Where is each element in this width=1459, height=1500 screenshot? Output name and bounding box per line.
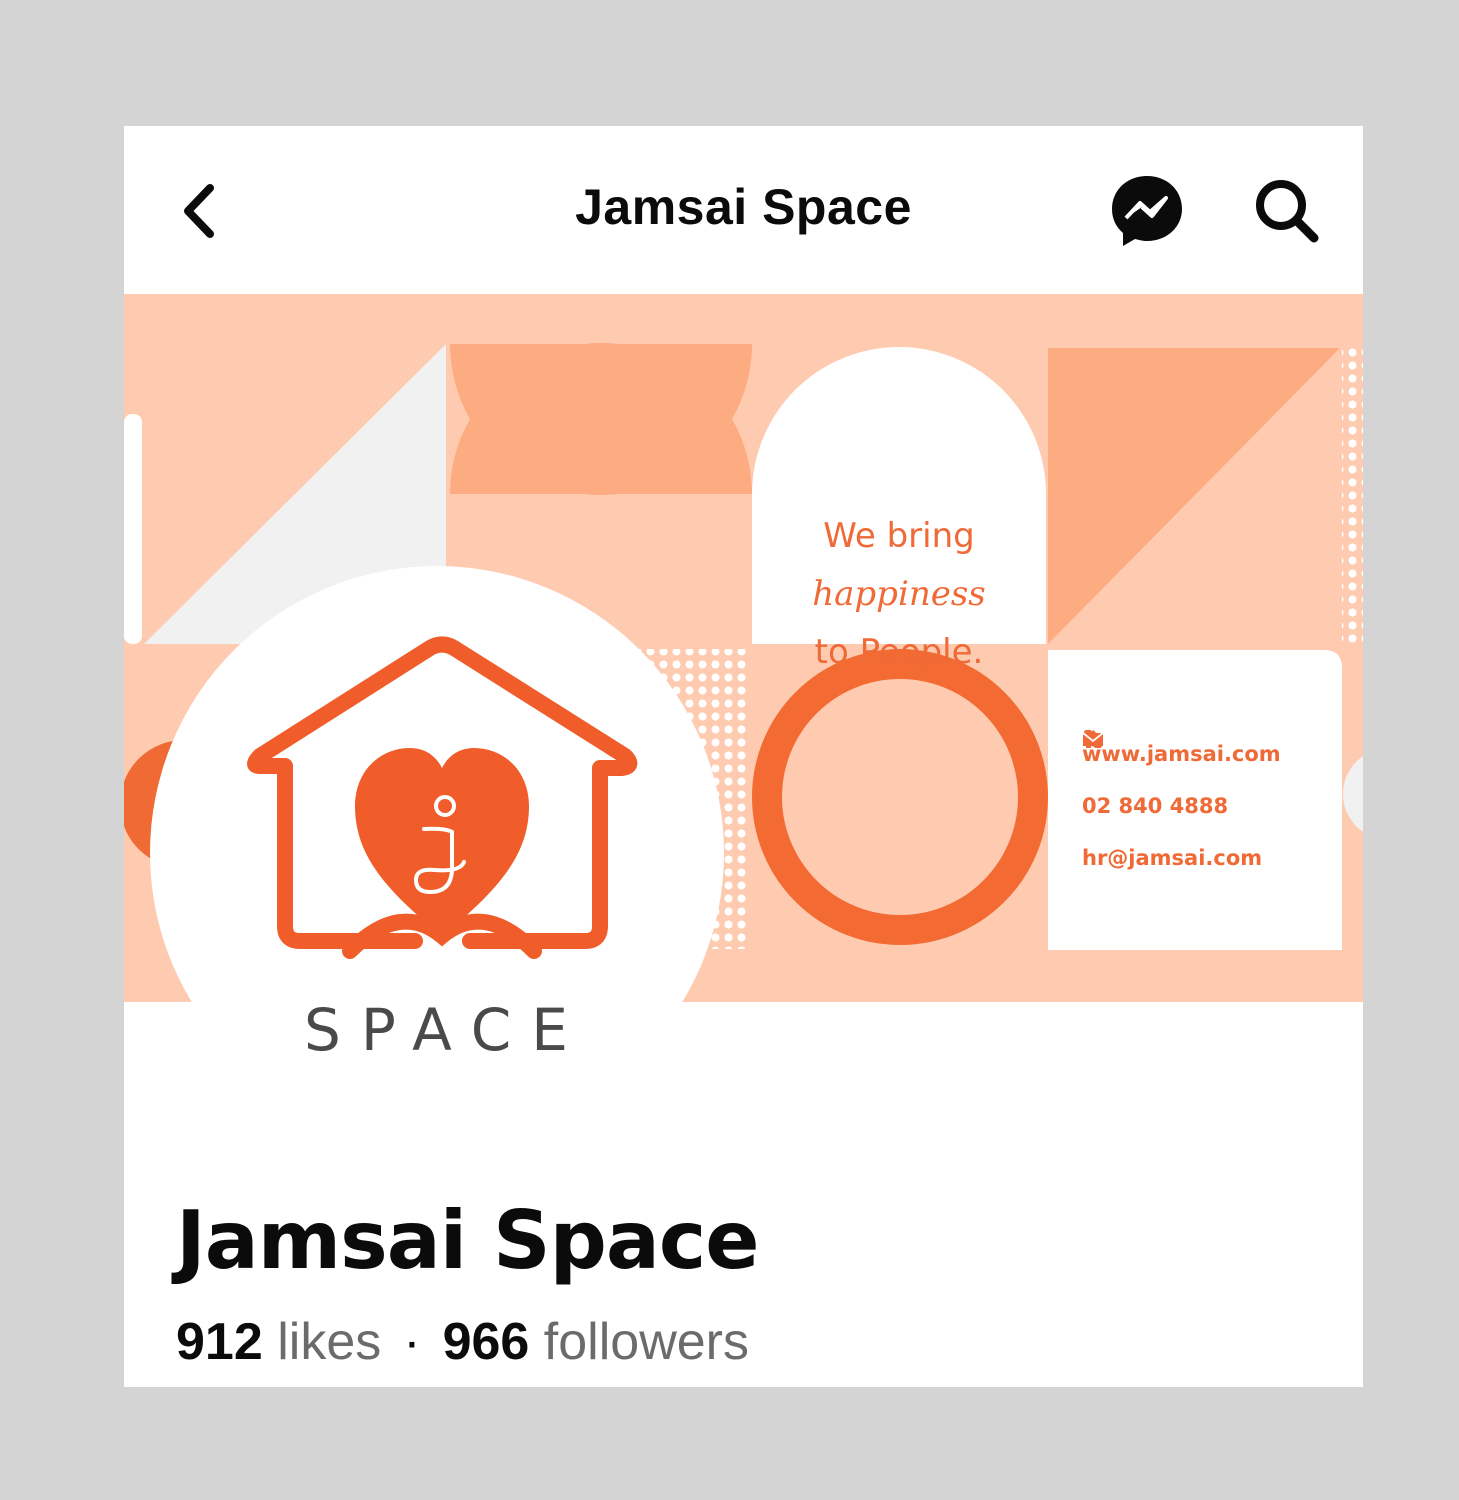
mail-icon xyxy=(1082,732,1104,746)
followers-count: 966 xyxy=(442,1313,530,1371)
slogan-line-2: happiness xyxy=(812,574,986,614)
avatar-wordmark: SPACE xyxy=(304,996,588,1064)
likes-label: likes xyxy=(277,1313,382,1371)
contact-phone: 02 840 4888 xyxy=(1082,730,1342,832)
contact-website: www.jamsai.com xyxy=(1082,728,1342,780)
email-text: hr@jamsai.com xyxy=(1082,846,1263,870)
messenger-button[interactable] xyxy=(1108,172,1186,250)
cover-slogan: We bring happiness to People. xyxy=(752,516,1046,672)
profile-screen: Jamsai Space We bring happiness to Peopl… xyxy=(124,126,1363,1387)
page-title: Jamsai Space xyxy=(176,1194,760,1287)
contact-card: www.jamsai.com 02 840 4888 hr@jamsai.com xyxy=(1082,728,1342,884)
page-stats: 912 likes · 966 followers xyxy=(176,1312,749,1372)
search-icon xyxy=(1256,180,1319,243)
search-button[interactable] xyxy=(1252,176,1322,246)
likes-count: 912 xyxy=(176,1313,263,1371)
jamsai-house-heart-logo xyxy=(247,636,638,959)
slogan-line-3: to People. xyxy=(814,632,984,672)
stats-separator: · xyxy=(403,1313,421,1371)
phone-text: 02 840 4888 xyxy=(1082,794,1229,818)
slogan-line-1: We bring xyxy=(823,516,975,556)
website-text: www.jamsai.com xyxy=(1082,742,1281,766)
messenger-icon xyxy=(1112,176,1182,246)
profile-avatar[interactable]: SPACE xyxy=(150,566,724,1140)
top-bar: Jamsai Space xyxy=(124,126,1363,294)
contact-email: hr@jamsai.com xyxy=(1082,732,1342,884)
followers-label: followers xyxy=(543,1313,749,1371)
